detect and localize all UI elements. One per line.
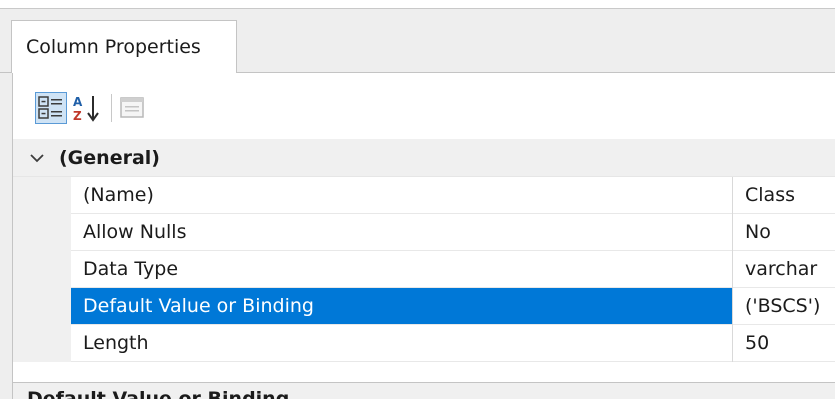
- category-general[interactable]: (General): [13, 139, 835, 177]
- toolbar-separator: [111, 94, 112, 122]
- svg-text:A: A: [73, 95, 83, 109]
- column-properties-window: Column Properties A Z (General) (Name) C…: [0, 0, 835, 399]
- property-row-length[interactable]: Length 50: [13, 325, 835, 362]
- property-value[interactable]: Class: [733, 177, 835, 213]
- property-value[interactable]: 50: [733, 325, 835, 361]
- tab-label: Column Properties: [26, 36, 201, 58]
- properties-toolbar: A Z: [13, 73, 835, 139]
- category-label: (General): [59, 147, 160, 169]
- property-name: Data Type: [83, 258, 179, 280]
- row-gutter: [13, 177, 71, 214]
- alphabetical-button[interactable]: A Z: [70, 92, 102, 124]
- property-value[interactable]: ('BSCS'): [733, 288, 835, 324]
- row-gutter: [13, 288, 71, 325]
- property-value[interactable]: No: [733, 214, 835, 250]
- row-gutter: [13, 214, 71, 251]
- property-pages-button[interactable]: [116, 92, 148, 124]
- property-row-default-value[interactable]: Default Value or Binding ('BSCS'): [13, 288, 835, 325]
- categorized-button[interactable]: [35, 92, 67, 124]
- description-title: Default Value or Binding: [27, 388, 290, 399]
- top-border: [0, 0, 835, 9]
- property-name: Allow Nulls: [83, 221, 187, 243]
- tab-column-properties[interactable]: Column Properties: [11, 20, 237, 73]
- row-gutter: [13, 325, 71, 362]
- property-name: Default Value or Binding: [71, 288, 732, 324]
- property-grid: (General) (Name) Class Allow Nulls No Da…: [13, 139, 835, 362]
- chevron-down-icon[interactable]: [29, 150, 45, 166]
- row-gutter: [13, 251, 71, 288]
- description-pane: Default Value or Binding: [13, 382, 835, 399]
- property-row-allow-nulls[interactable]: Allow Nulls No: [13, 214, 835, 251]
- properties-content: A Z (General) (Name) Class Allow Nulls N…: [12, 73, 835, 399]
- property-name: (Name): [83, 184, 154, 206]
- property-value[interactable]: varchar: [733, 251, 835, 287]
- property-pages-icon: [120, 97, 144, 118]
- property-name: Length: [83, 332, 149, 354]
- property-row-data-type[interactable]: Data Type varchar: [13, 251, 835, 288]
- property-row-name[interactable]: (Name) Class: [13, 177, 835, 214]
- alphabetical-sort-icon: A Z: [73, 95, 99, 123]
- categorized-view-icon: [38, 96, 62, 119]
- svg-text:Z: Z: [73, 109, 82, 123]
